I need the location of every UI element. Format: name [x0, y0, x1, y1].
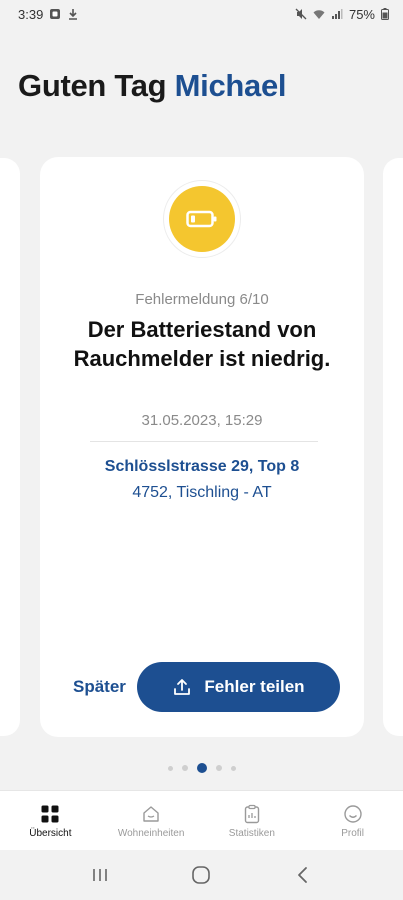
- divider: [90, 441, 318, 442]
- clipboard-icon: [244, 804, 260, 824]
- next-card-peek[interactable]: [383, 158, 403, 736]
- home-button-icon[interactable]: [190, 864, 212, 886]
- nav-item-profile[interactable]: Profil: [302, 791, 403, 850]
- pager-dot-2[interactable]: [181, 765, 188, 771]
- alert-icon-ring: [163, 180, 241, 258]
- nav-label-units: Wohneinheiten: [117, 828, 185, 839]
- back-icon[interactable]: [293, 865, 313, 885]
- later-button[interactable]: Später: [73, 677, 126, 697]
- greeting-prefix: Guten Tag: [18, 68, 167, 103]
- battery-percentage: 75%: [348, 6, 375, 22]
- pager-dot-5[interactable]: [230, 765, 236, 771]
- alert-counter: Fehlermeldung 6/10: [135, 291, 269, 308]
- alert-card: Fehlermeldung 6/10 Der Batteriestand von…: [40, 157, 364, 737]
- recent-apps-icon[interactable]: [90, 865, 110, 885]
- pager-dot-4[interactable]: [215, 765, 222, 771]
- pager-dot-3[interactable]: [196, 763, 207, 773]
- share-icon: [174, 679, 191, 695]
- grid-icon: [41, 805, 59, 823]
- home-icon: [143, 806, 159, 822]
- nav-item-units[interactable]: Wohneinheiten: [101, 791, 202, 850]
- battery-low-icon: [186, 210, 217, 228]
- nav-label-statistics: Statistiken: [228, 828, 275, 839]
- status-time: 3:39: [18, 6, 44, 22]
- signal-icon: [331, 9, 343, 19]
- mute-icon: [295, 8, 307, 20]
- nav-item-statistics[interactable]: Statistiken: [202, 791, 303, 850]
- nav-label-overview: Übersicht: [29, 828, 72, 839]
- nav-item-overview[interactable]: Übersicht: [0, 791, 101, 850]
- download-icon: [69, 9, 78, 20]
- address-line-2: 4752, Tischling - AT: [132, 484, 272, 501]
- battery-icon: [381, 8, 389, 20]
- gallery-notification-icon: [50, 9, 61, 19]
- share-error-button[interactable]: Fehler teilen: [137, 662, 340, 712]
- carousel-pager: [0, 763, 403, 773]
- alert-icon-badge: [169, 186, 235, 252]
- alert-title: Der Batteriestand von Rauchmelder ist ni…: [73, 317, 331, 371]
- alert-datetime: 31.05.2023, 15:29: [141, 412, 263, 429]
- address-line-1: Schlösslstrasse 29, Top 8: [104, 458, 300, 475]
- wifi-icon: [313, 10, 325, 19]
- smiley-icon: [343, 805, 362, 823]
- greeting-heading: Guten Tag Michael: [18, 68, 287, 104]
- system-navigation-bar: [0, 850, 403, 900]
- user-name: Michael: [174, 68, 287, 103]
- previous-card-peek[interactable]: [0, 158, 20, 736]
- pager-dot-1[interactable]: [167, 765, 173, 771]
- nav-label-profile: Profil: [341, 828, 365, 839]
- bottom-nav: Übersicht Wohneinheiten Statistiken Prof…: [0, 790, 403, 850]
- status-bar: 3:39 75%: [0, 0, 403, 28]
- share-error-label: Fehler teilen: [204, 677, 305, 696]
